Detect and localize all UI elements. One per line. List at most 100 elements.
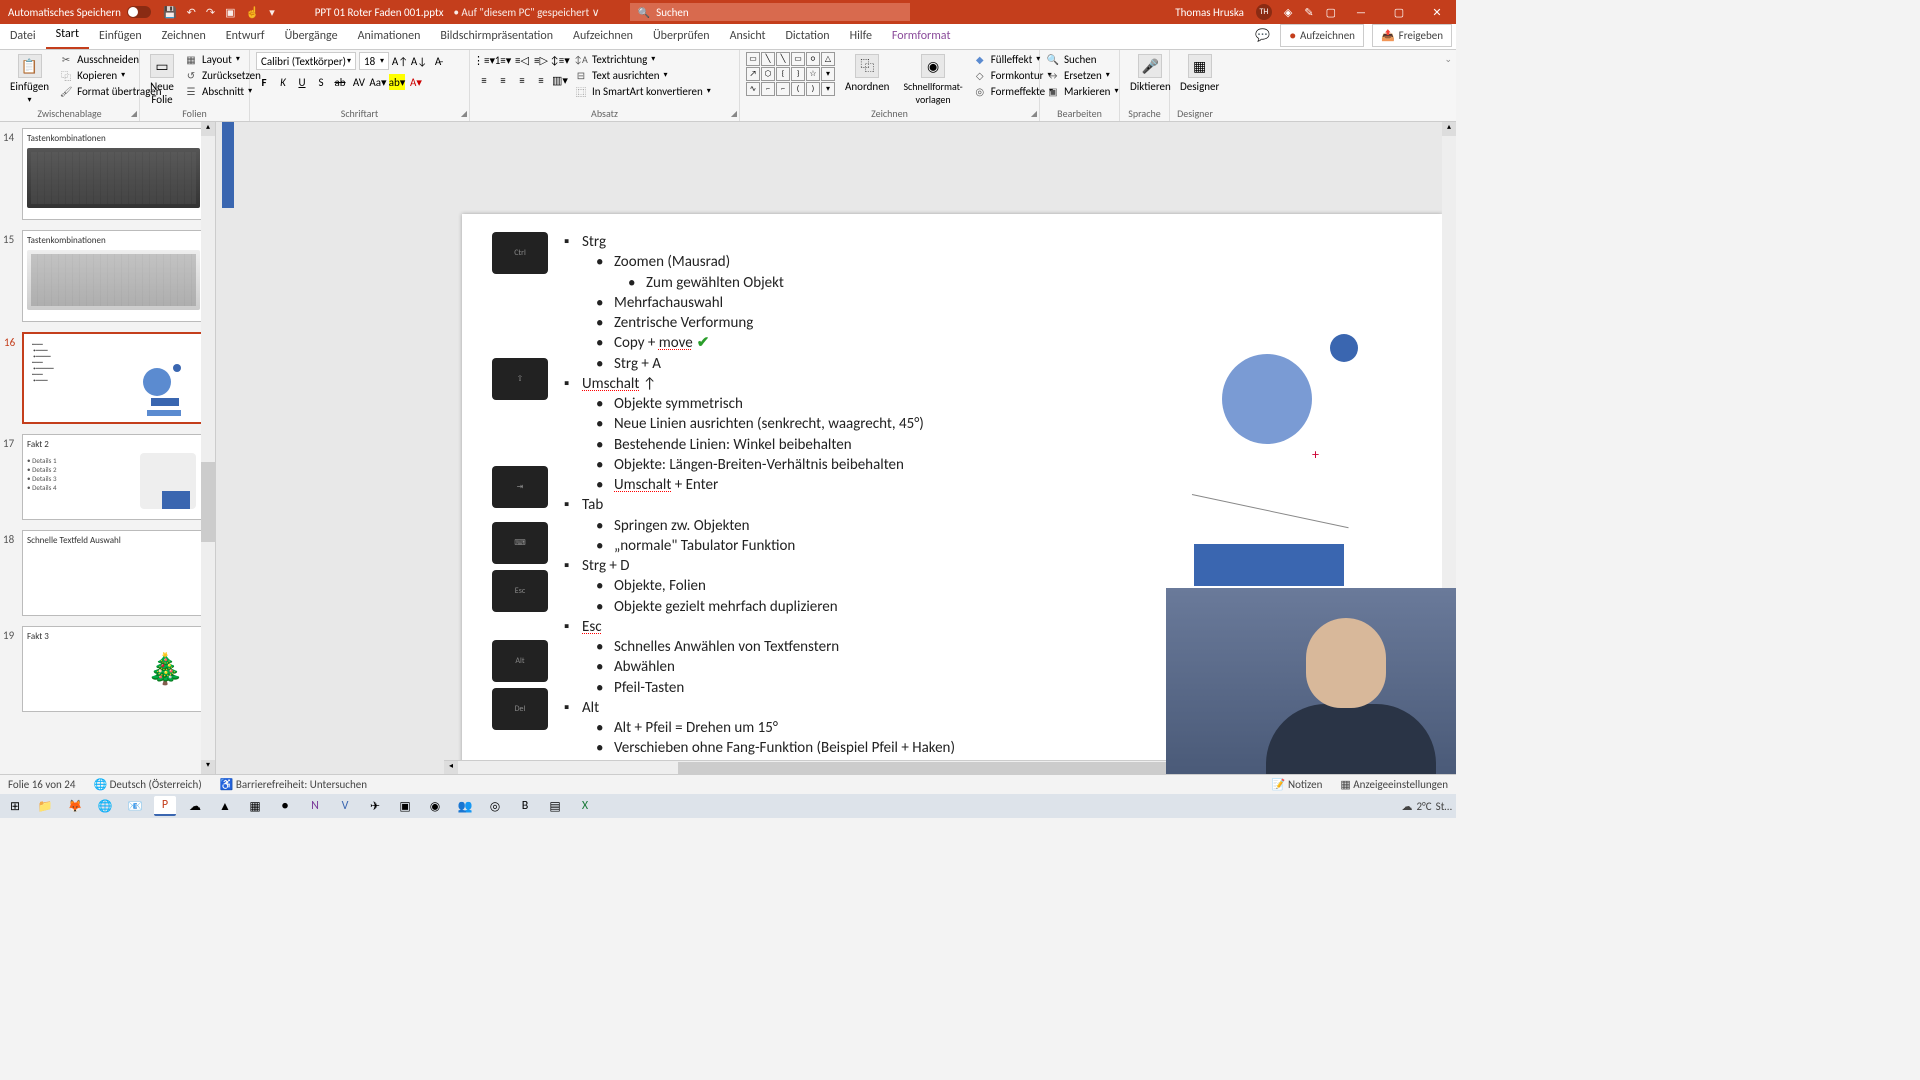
app-icon-2[interactable]: ▦ xyxy=(244,796,266,816)
shapes-gallery[interactable]: ▭╲╲▭○△ ↗⬡{}☆▾ ∿⌐⌐()▾ xyxy=(746,52,835,96)
align-text-button[interactable]: ⊟Text ausrichten▾ xyxy=(574,68,711,82)
slide-thumb-14[interactable]: 14 Tastenkombinationen xyxy=(22,128,205,220)
shape-small-circle[interactable] xyxy=(1330,334,1358,362)
align-right-button[interactable]: ≡ xyxy=(514,72,530,88)
indent-button[interactable]: ≡▷ xyxy=(533,52,549,68)
font-size-select[interactable]: 18▾ xyxy=(359,52,389,70)
select-button[interactable]: ▣Markieren▾ xyxy=(1046,84,1118,98)
linespacing-button[interactable]: ↕≡▾ xyxy=(552,52,568,68)
thumb-scrollbar[interactable]: ▴ ▾ xyxy=(201,122,215,774)
quickstyles-button[interactable]: ◉Schnellformat- vorlagen xyxy=(899,52,966,108)
find-button[interactable]: 🔍Suchen xyxy=(1046,52,1118,66)
excel-icon[interactable]: X xyxy=(574,796,596,816)
close-button[interactable]: ✕ xyxy=(1424,6,1450,19)
present-icon[interactable]: ▣ xyxy=(225,6,235,19)
arrange-button[interactable]: ⿻Anordnen xyxy=(841,52,893,95)
document-name[interactable]: PPT 01 Roter Faden 001.pptx xyxy=(315,6,444,19)
redo-icon[interactable]: ↷ xyxy=(206,6,215,19)
aufzeichnen-button[interactable]: ●Aufzeichnen xyxy=(1280,24,1364,47)
chrome-icon[interactable]: 🌐 xyxy=(94,796,116,816)
bullets-button[interactable]: ⋮≡▾ xyxy=(476,52,492,68)
accessibility-status[interactable]: ♿ Barrierefreiheit: Untersuchen xyxy=(220,778,367,791)
start-button[interactable]: ⊞ xyxy=(4,796,26,816)
rotate-handle-icon[interactable]: + xyxy=(1312,446,1319,463)
qat-more-icon[interactable]: ▾ xyxy=(269,6,275,19)
tab-hilfe[interactable]: Hilfe xyxy=(840,23,882,49)
tab-dictation[interactable]: Dictation xyxy=(776,23,840,49)
app-icon-7[interactable]: B xyxy=(514,796,536,816)
clear-format-button[interactable]: A̶ xyxy=(430,53,446,69)
display-settings-button[interactable]: ▦ Anzeigeeinstellungen xyxy=(1340,778,1448,791)
tab-formformat[interactable]: Formformat xyxy=(882,23,961,49)
user-name[interactable]: Thomas Hruska xyxy=(1175,6,1244,19)
diamond-icon[interactable]: ◈ xyxy=(1284,6,1292,19)
notes-button[interactable]: 📝 Notizen xyxy=(1272,778,1323,791)
powerpoint-icon[interactable]: P xyxy=(154,796,176,816)
slide-counter[interactable]: Folie 16 von 24 xyxy=(8,778,75,791)
app-icon-1[interactable]: ☁ xyxy=(184,796,206,816)
grow-font-button[interactable]: A↑ xyxy=(392,53,408,69)
undo-icon[interactable]: ↶ xyxy=(187,6,196,19)
vlc-icon[interactable]: ▲ xyxy=(214,796,236,816)
slide-thumb-15[interactable]: 15 Tastenkombinationen xyxy=(22,230,205,322)
paragraph-launcher[interactable]: ◢ xyxy=(731,109,737,119)
search-box[interactable]: 🔍 Suchen xyxy=(630,3,910,21)
slide-thumb-17[interactable]: 17 Fakt 2 • Details 1• Details 2• Detail… xyxy=(22,434,205,520)
telegram-icon[interactable]: ✈ xyxy=(364,796,386,816)
freigeben-button[interactable]: 📤Freigeben xyxy=(1372,24,1452,47)
pen-icon[interactable]: ✎ xyxy=(1304,6,1313,19)
outdent-button[interactable]: ≡◁ xyxy=(514,52,530,68)
tab-uebergaenge[interactable]: Übergänge xyxy=(275,23,348,49)
slide-thumb-19[interactable]: 19 Fakt 3 🎄 xyxy=(22,626,205,712)
tab-aufzeichnen[interactable]: Aufzeichnen xyxy=(563,23,643,49)
tab-datei[interactable]: Datei xyxy=(0,23,46,49)
touch-icon[interactable]: ☝ xyxy=(246,6,260,19)
window-icon[interactable]: ▢ xyxy=(1326,6,1336,19)
weather-widget[interactable]: ☁ 2°C St… xyxy=(1401,800,1452,813)
ribbon-collapse-button[interactable]: ⌄ xyxy=(1440,50,1456,121)
app-icon-8[interactable]: ▤ xyxy=(544,796,566,816)
replace-button[interactable]: ↔Ersetzen▾ xyxy=(1046,68,1118,82)
slide-thumb-18[interactable]: 18 Schnelle Textfeld Auswahl xyxy=(22,530,205,616)
onenote-icon[interactable]: N xyxy=(304,796,326,816)
tab-ansicht[interactable]: Ansicht xyxy=(720,23,776,49)
user-avatar[interactable]: TH xyxy=(1256,4,1272,20)
outlook-icon[interactable]: 📧 xyxy=(124,796,146,816)
underline-button[interactable]: U xyxy=(294,74,310,90)
bold-button[interactable]: F xyxy=(256,74,272,90)
align-center-button[interactable]: ≡ xyxy=(495,72,511,88)
slide-thumb-16[interactable]: 16 ▪━━━ •━━━━ •━━━━━▪━━━ •━━━━━━▪━━━ •━━… xyxy=(22,332,205,424)
clipboard-launcher[interactable]: ◢ xyxy=(131,109,137,119)
minimize-button[interactable]: — xyxy=(1348,6,1374,19)
tab-animationen[interactable]: Animationen xyxy=(348,23,431,49)
italic-button[interactable]: K xyxy=(275,74,291,90)
strike-button[interactable]: ab xyxy=(332,74,348,90)
case-button[interactable]: Aa▾ xyxy=(370,74,386,90)
tab-zeichnen[interactable]: Zeichnen xyxy=(152,23,216,49)
dictate-button[interactable]: 🎤Diktieren xyxy=(1126,52,1175,95)
tab-einfuegen[interactable]: Einfügen xyxy=(89,23,152,49)
explorer-icon[interactable]: 📁 xyxy=(34,796,56,816)
shadow-button[interactable]: S xyxy=(313,74,329,90)
numbering-button[interactable]: 1≡▾ xyxy=(495,52,511,68)
tab-bildschirm[interactable]: Bildschirmpräsentation xyxy=(430,23,563,49)
shape-rect-1[interactable] xyxy=(1194,544,1344,586)
obs-icon[interactable]: ◉ xyxy=(424,796,446,816)
slide-edit-area[interactable]: Ctrl ⇧ ⇥ ⌨ Esc Alt Del Strg Zoomen (Maus… xyxy=(216,122,1456,774)
paste-button[interactable]: 📋 Einfügen▾ xyxy=(6,52,53,107)
firefox-icon[interactable]: 🦊 xyxy=(64,796,86,816)
app-icon-4[interactable]: ▣ xyxy=(394,796,416,816)
designer-button[interactable]: ▦Designer xyxy=(1176,52,1223,95)
save-icon[interactable]: 💾 xyxy=(163,6,177,19)
visio-icon[interactable]: V xyxy=(334,796,356,816)
columns-button[interactable]: ▥▾ xyxy=(552,72,568,88)
font-color-button[interactable]: A▾ xyxy=(408,74,424,90)
smartart-button[interactable]: ⿴In SmartArt konvertieren▾ xyxy=(574,84,711,98)
text-direction-button[interactable]: ↕ATextrichtung▾ xyxy=(574,52,711,66)
drawing-launcher[interactable]: ◢ xyxy=(1031,109,1037,119)
highlight-button[interactable]: ab▾ xyxy=(389,74,405,90)
align-left-button[interactable]: ≡ xyxy=(476,72,492,88)
tab-entwurf[interactable]: Entwurf xyxy=(216,23,275,49)
shape-big-circle[interactable] xyxy=(1222,354,1312,444)
maximize-button[interactable]: ▢ xyxy=(1386,6,1412,19)
